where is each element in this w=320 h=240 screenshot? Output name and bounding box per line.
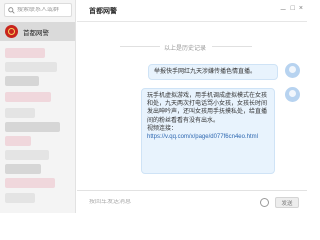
blurred-contact[interactable] <box>5 164 41 174</box>
emoji-icon[interactable] <box>260 198 269 207</box>
message-input-area: 发送 <box>77 190 307 213</box>
message-text: 举报快手网红九天涉嫌传播色情直播。 <box>154 69 257 75</box>
blurred-contact[interactable] <box>5 108 35 118</box>
chat-header: 首都网警 － □ × <box>77 0 307 22</box>
blurred-contact[interactable] <box>5 178 55 188</box>
divider <box>120 46 160 47</box>
search-icon <box>8 6 15 14</box>
divider <box>212 46 252 47</box>
message-input[interactable] <box>89 199 229 205</box>
blurred-contact[interactable] <box>5 122 60 132</box>
blurred-contact[interactable] <box>5 48 45 58</box>
contact-name: 首都网警 <box>23 29 49 37</box>
police-badge-icon <box>5 25 18 38</box>
window-controls: － □ × <box>280 5 303 15</box>
minimize-icon[interactable]: － <box>280 5 287 15</box>
search-input[interactable] <box>17 7 72 13</box>
blurred-contact[interactable] <box>5 150 49 160</box>
contact-item-active[interactable]: 首都网警 <box>0 22 75 41</box>
blurred-contact[interactable] <box>5 136 31 146</box>
contact-sidebar: 首都网警 <box>0 0 76 213</box>
message-bubble: 玩手机虚拟游戏，用手机调成虚拟模式在女孩和处，九天两次打电话骂小女孩，女孩长时间… <box>141 88 275 174</box>
video-label: 视频连接： <box>147 125 178 132</box>
close-icon[interactable]: × <box>299 5 303 15</box>
maximize-icon[interactable]: □ <box>291 5 295 15</box>
history-label[interactable]: 以上是历史记录 <box>164 43 206 52</box>
video-link[interactable]: https://v.qq.com/x/page/d077f6cn4eo.html <box>147 134 258 140</box>
send-button[interactable]: 发送 <box>275 197 299 208</box>
message-text: 玩手机虚拟游戏，用手机调成虚拟模式在女孩和处，九天两次打电话骂小女孩，女孩长时间… <box>147 93 268 124</box>
blurred-contact[interactable] <box>5 62 57 72</box>
blurred-contact[interactable] <box>5 92 51 102</box>
blurred-contact[interactable] <box>5 76 39 86</box>
search-box[interactable] <box>4 3 72 17</box>
user-avatar[interactable] <box>285 63 300 78</box>
chat-title: 首都网警 <box>89 7 117 15</box>
message-bubble: 举报快手网红九天涉嫌传播色情直播。 <box>148 64 278 81</box>
user-avatar[interactable] <box>285 87 300 102</box>
blurred-contact[interactable] <box>5 193 35 203</box>
